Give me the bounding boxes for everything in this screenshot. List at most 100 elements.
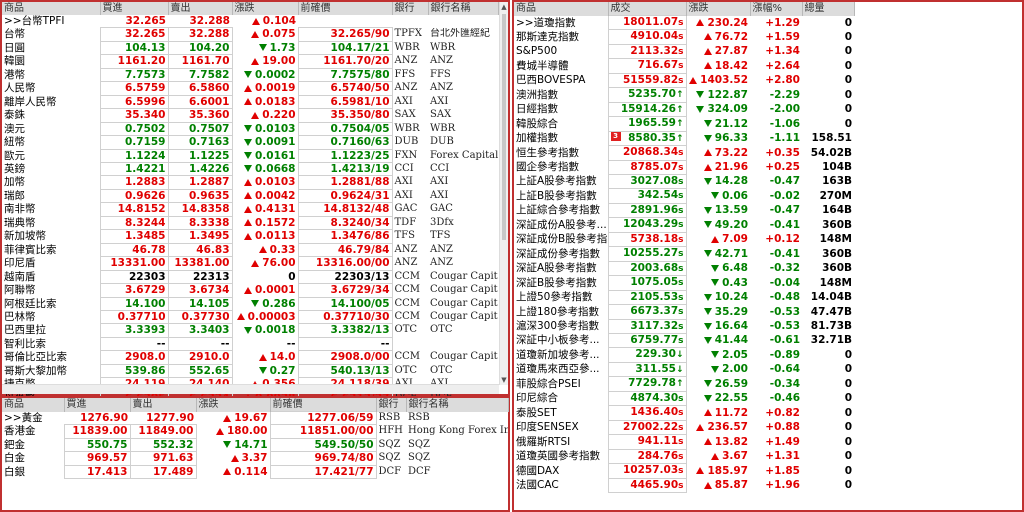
- index-name[interactable]: 深証B股參考指數: [514, 276, 608, 290]
- table-row[interactable]: 人民幣 6.5759 6.5860 0.0019 6.5740/50 ANZ ANZ: [2, 81, 498, 96]
- product-name[interactable]: 新加坡幣: [2, 230, 100, 243]
- table-row[interactable]: 泰銖 35.340 35.360 0.220 35.350/80 SAX SAX: [2, 108, 498, 123]
- table-row[interactable]: 加權指數 3 8580.35↑ 96.33 -1.11 158.51: [514, 130, 854, 147]
- column-header[interactable]: 銀行名稱: [428, 2, 499, 15]
- product-name[interactable]: 台幣: [2, 28, 100, 41]
- product-name[interactable]: 人民幣: [2, 82, 100, 95]
- index-name[interactable]: 上証綜合參考指數: [514, 203, 608, 217]
- index-name[interactable]: 深証成份A股參考...: [514, 218, 608, 232]
- table-row[interactable]: 哥倫比亞比索 2908.0 2910.0 14.0 2908.0/00 CCM Cougar…: [2, 350, 498, 365]
- product-name[interactable]: 白銀: [2, 465, 64, 478]
- table-row[interactable]: 菲股綜合PSEI 7729.78↑ 26.59 -0.34 0: [514, 376, 854, 392]
- index-name[interactable]: 那斯達克指數: [514, 30, 608, 44]
- column-header[interactable]: 銀行: [376, 398, 407, 412]
- table-row[interactable]: 阿聯幣 3.6729 3.6734 0.0001 3.6729/34 CCM Cougar …: [2, 283, 498, 298]
- index-name[interactable]: 菲股綜合PSEI: [514, 377, 608, 391]
- table-row[interactable]: 滬深300參考指數 3117.32s 16.64 -0.53 81.73B: [514, 318, 854, 334]
- index-name[interactable]: S&P500: [514, 44, 608, 58]
- product-name[interactable]: 南非幣: [2, 203, 100, 216]
- table-row[interactable]: 瑞郎 0.9626 0.9635 0.0042 0.9624/31 AXI AXI: [2, 188, 498, 204]
- table-row[interactable]: 鈀金 550.75 552.32 14.71 549.50/50 SQZ SQZ: [2, 437, 508, 453]
- table-row[interactable]: 上証A股參考指數 3027.08s 14.28 -0.47 163B: [514, 173, 854, 190]
- index-name[interactable]: 深証A股參考指數: [514, 261, 608, 275]
- index-name[interactable]: 國企參考指數: [514, 160, 608, 174]
- table-row[interactable]: 印度SENSEX 27002.22s 236.57 +0.88 0: [514, 419, 854, 436]
- table-row[interactable]: 巴西里拉 3.3393 3.3403 0.0018 3.3382/13 OTC OTC: [2, 323, 498, 338]
- index-name[interactable]: 深証中小板參考...: [514, 333, 608, 347]
- fx-horizontal-scrollbar[interactable]: [2, 384, 499, 394]
- table-row[interactable]: 澳洲指數 5235.70↑ 122.87 -2.29 0: [514, 87, 854, 103]
- column-header[interactable]: 前確價: [270, 398, 377, 412]
- fx-vertical-scrollbar[interactable]: ▲ ▼: [499, 2, 508, 385]
- index-name[interactable]: 澳洲指數: [514, 88, 608, 102]
- column-header[interactable]: 成交: [608, 2, 687, 16]
- table-row[interactable]: 道瓊馬來西亞參... 311.55↓ 2.00 -0.64 0: [514, 361, 854, 378]
- table-row[interactable]: 巴林幣 0.37710 0.37730 0.00003 0.37710/30 CCM Cou…: [2, 309, 498, 325]
- scroll-up-arrow-icon[interactable]: ▲: [500, 2, 508, 12]
- product-name[interactable]: 瑞郎: [2, 189, 100, 202]
- index-name[interactable]: 韓股綜合: [514, 117, 608, 131]
- table-row[interactable]: 深証A股參考指數 2003.68s 6.48 -0.32 360B: [514, 260, 854, 277]
- column-header[interactable]: 漲跌: [686, 2, 751, 16]
- table-row[interactable]: 法國CAC 4465.90s 85.87 +1.96 0: [514, 477, 854, 493]
- index-name[interactable]: 恒生參考指數: [514, 146, 608, 160]
- index-name[interactable]: 深証成份B股參考指...: [514, 232, 608, 246]
- table-row[interactable]: 香港金 11839.00 11849.00 180.00 11851.00/00 HFH H…: [2, 424, 508, 439]
- index-name[interactable]: 道瓊英國參考指數: [514, 449, 608, 463]
- index-name[interactable]: 印度SENSEX: [514, 420, 608, 434]
- column-header[interactable]: 買進: [100, 2, 169, 15]
- table-row[interactable]: 日圓 104.13 104.20 1.73 104.17/21 WBR WBR: [2, 40, 498, 56]
- index-name[interactable]: 滬深300參考指數: [514, 319, 608, 333]
- table-row[interactable]: 道瓊新加坡參考... 229.30↓ 2.05 -0.89 0: [514, 347, 854, 363]
- column-header[interactable]: 漲跌: [196, 398, 271, 412]
- product-name[interactable]: 越南盾: [2, 270, 100, 283]
- product-name[interactable]: 澳元: [2, 122, 100, 135]
- index-name[interactable]: 上證50參考指數: [514, 290, 608, 304]
- table-row[interactable]: >>台幣TPFI 32.265 32.288 0.104: [2, 15, 498, 28]
- table-row[interactable]: 恒生參考指數 20868.34s 73.22 +0.35 54.02B: [514, 145, 854, 161]
- index-name[interactable]: >>道瓊指數: [514, 16, 608, 30]
- product-name[interactable]: 阿根廷比索: [2, 297, 100, 310]
- table-row[interactable]: 歐元 1.1224 1.1225 0.0161 1.1223/25 FXN Forex Ca…: [2, 148, 498, 164]
- table-row[interactable]: 深証成份B股參考指... 5738.18s 7.09 +0.12 148M: [514, 231, 854, 248]
- product-name[interactable]: >>台幣TPFI: [2, 15, 100, 28]
- table-row[interactable]: 澳元 0.7502 0.7507 0.0103 0.7504/05 WBR WBR: [2, 121, 498, 137]
- product-name[interactable]: 離岸人民幣: [2, 95, 100, 108]
- column-header[interactable]: 銀行名稱: [406, 398, 509, 412]
- table-row[interactable]: 日經指數 15914.26↑ 324.09 -2.00 0: [514, 101, 854, 118]
- table-row[interactable]: 上証綜合參考指數 2891.96s 13.59 -0.47 164B: [514, 202, 854, 219]
- table-row[interactable]: 智利比索 -- -- -- --: [2, 336, 498, 352]
- product-name[interactable]: 巴林幣: [2, 310, 100, 323]
- table-row[interactable]: S&P500 2113.32s 27.87 +1.34 0: [514, 43, 854, 60]
- table-row[interactable]: 印尼綜合 4874.30s 22.55 -0.46 0: [514, 390, 854, 407]
- index-name[interactable]: 上証B股參考指數: [514, 189, 608, 203]
- table-row[interactable]: 印尼盾 13331.00 13381.00 76.00 13316.00/00 ANZ AN…: [2, 256, 498, 271]
- table-row[interactable]: 道瓊英國參考指數 284.76s 3.67 +1.31 0: [514, 448, 854, 465]
- product-name[interactable]: 歐元: [2, 149, 100, 162]
- product-name[interactable]: 英鎊: [2, 162, 100, 175]
- index-name[interactable]: 俄羅斯RTSI: [514, 435, 608, 449]
- table-row[interactable]: 加幣 1.2883 1.2887 0.0103 1.2881/88 AXI AXI: [2, 175, 498, 190]
- column-header[interactable]: 買進: [64, 398, 131, 412]
- table-row[interactable]: 白金 969.57 971.63 3.37 969.74/80 SQZ SQZ: [2, 451, 508, 466]
- table-row[interactable]: 菲律賓比索 46.78 46.83 0.33 46.79/84 ANZ ANZ: [2, 242, 498, 258]
- index-name[interactable]: 印尼綜合: [514, 391, 608, 405]
- product-name[interactable]: 泰銖: [2, 109, 100, 122]
- table-row[interactable]: 白銀 17.413 17.489 0.114 17.421/77 DCF DCF: [2, 464, 508, 480]
- index-name[interactable]: 費城半導體: [514, 59, 608, 73]
- table-row[interactable]: 瑞典幣 8.3244 8.3338 0.1572 8.3240/34 TDF 3Dfx: [2, 215, 498, 231]
- table-row[interactable]: 南非幣 14.8152 14.8358 0.4131 14.8132/48 GAC GAC: [2, 202, 498, 217]
- table-row[interactable]: 上證50參考指數 2105.53s 10.24 -0.48 14.04B: [514, 289, 854, 306]
- product-name[interactable]: 香港金: [2, 425, 64, 438]
- table-row[interactable]: 那斯達克指數 4910.04s 76.72 +1.59 0: [514, 29, 854, 45]
- table-row[interactable]: >>道瓊指數 18011.07s 230.24 +1.29 0: [514, 14, 854, 31]
- index-name[interactable]: 巴西BOVESPA: [514, 73, 608, 87]
- scroll-thumb[interactable]: [502, 14, 506, 240]
- table-row[interactable]: 韓圜 1161.20 1161.70 19.00 1161.70/20 ANZ ANZ: [2, 54, 498, 69]
- product-name[interactable]: >>黃金: [2, 412, 64, 425]
- product-name[interactable]: 哥斯大黎加幣: [2, 364, 100, 377]
- table-row[interactable]: 巴西BOVESPA 51559.82s 1403.52 +2.80 0: [514, 72, 854, 89]
- table-row[interactable]: 哥斯大黎加幣 539.86 552.65 0.27 540.13/13 OTC OTC: [2, 363, 498, 379]
- column-header[interactable]: 商品: [2, 2, 101, 15]
- index-name[interactable]: 日經指數: [514, 102, 608, 116]
